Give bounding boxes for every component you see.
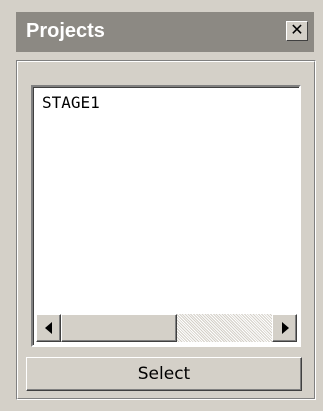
window-title: Projects: [26, 20, 105, 42]
projects-listbox[interactable]: STAGE1: [31, 85, 301, 347]
arrow-left-icon: [45, 322, 52, 334]
select-button[interactable]: Select: [26, 357, 302, 391]
close-button[interactable]: ✕: [286, 21, 308, 41]
list-item[interactable]: STAGE1: [42, 93, 100, 112]
horizontal-scrollbar[interactable]: [36, 314, 297, 342]
scroll-left-button[interactable]: [36, 314, 61, 342]
title-bar[interactable]: Projects ✕: [16, 12, 314, 52]
scroll-thumb[interactable]: [61, 314, 177, 342]
projects-window: Projects ✕ STAGE1 Select: [0, 0, 323, 411]
arrow-right-icon: [282, 322, 289, 334]
close-icon: ✕: [290, 22, 304, 39]
listbox-inner: [33, 87, 299, 345]
scroll-right-button[interactable]: [272, 314, 297, 342]
